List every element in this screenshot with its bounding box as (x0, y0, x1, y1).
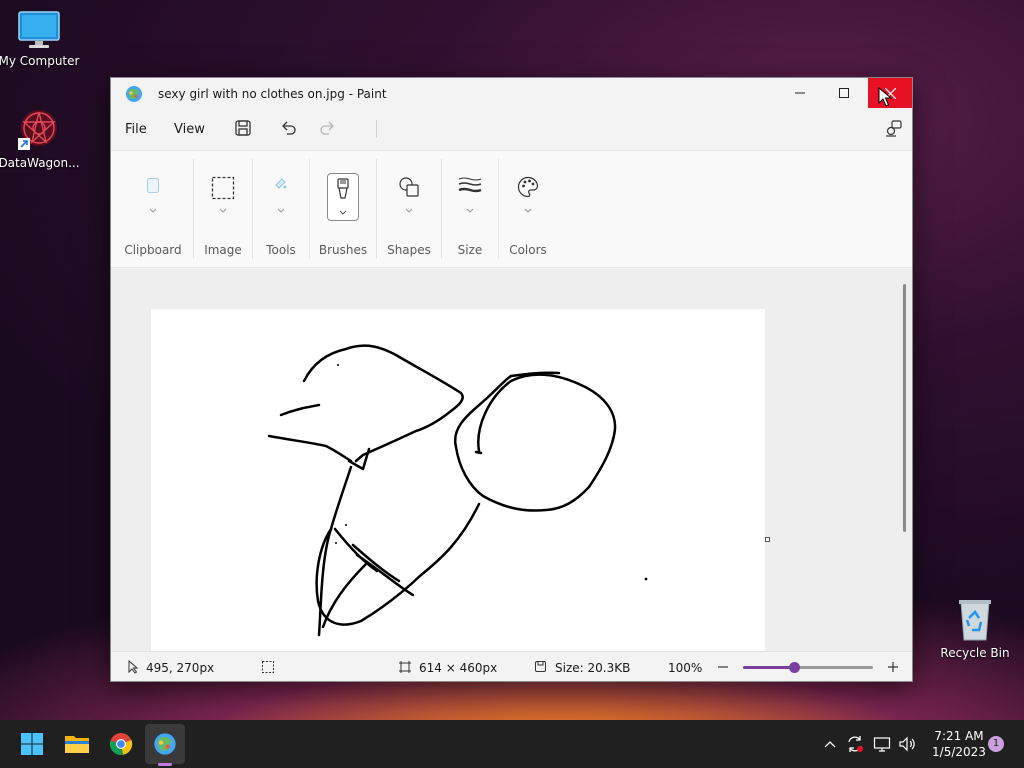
windows-logo-icon (21, 733, 43, 755)
taskbar-clock[interactable]: 7:21 AM 1/5/2023 (925, 728, 993, 760)
chevron-up-icon[interactable] (823, 734, 837, 754)
menu-bar: File View (111, 108, 912, 150)
size-group[interactable]: Size (444, 151, 496, 269)
title-bar[interactable]: sexy girl with no clothes on.jpg - Paint (111, 78, 912, 108)
tools-icon (275, 178, 287, 189)
recycle-bin-icon (959, 600, 991, 641)
zoom-slider-thumb[interactable] (788, 662, 800, 673)
zoom-out-icon[interactable] (717, 661, 729, 673)
chevron-down-icon (524, 208, 532, 213)
brushes-group[interactable]: Brushes (313, 151, 373, 269)
canvas-size: 614 × 460px (419, 661, 498, 675)
datawagon-logo-icon (18, 110, 57, 150)
clock-time: 7:21 AM (934, 729, 984, 743)
ribbon-label: Clipboard (124, 243, 182, 257)
canvas-size-icon (399, 661, 411, 673)
taskbar-chrome[interactable] (101, 724, 141, 764)
menu-separator (376, 120, 377, 138)
view-menu[interactable]: View (174, 122, 205, 137)
brush-icon (337, 178, 349, 199)
drawing-canvas[interactable] (151, 309, 765, 651)
paint-window[interactable]: sexy girl with no clothes on.jpg - Paint… (110, 77, 913, 682)
ribbon-label: Size (457, 243, 483, 257)
vertical-scrollbar[interactable] (903, 284, 906, 532)
taskbar: 7:21 AM 1/5/2023 (0, 720, 1024, 768)
zoom-slider-fill (743, 666, 794, 669)
chevron-down-icon (405, 208, 413, 213)
clipboard-group[interactable]: Clipboard (119, 151, 187, 269)
cursor-position: 495, 270px (146, 661, 215, 675)
ribbon-toolbar: Clipboard Image Tools Brushes Shapes Siz… (111, 150, 912, 268)
desktop-icon-datawagon[interactable]: DataWagon... (0, 108, 81, 170)
chevron-down-icon (277, 208, 285, 213)
zoom-level: 100% (668, 661, 703, 675)
zoom-slider[interactable] (743, 662, 873, 673)
tools-group[interactable]: Tools (255, 151, 307, 269)
undo-icon[interactable] (279, 119, 297, 137)
ribbon-label: Tools (266, 243, 296, 257)
ribbon-separator (498, 159, 499, 259)
selection-icon (211, 176, 235, 200)
desktop-icon-label: My Computer (0, 54, 80, 68)
taskbar-paint[interactable] (145, 724, 185, 764)
save-icon[interactable] (234, 119, 252, 137)
start-button[interactable] (12, 724, 52, 764)
image-group[interactable]: Image (197, 151, 249, 269)
sync-icon[interactable] (846, 734, 864, 754)
pointer-icon (128, 660, 139, 674)
chevron-down-icon (339, 210, 347, 215)
ribbon-label: Shapes (387, 243, 431, 257)
ribbon-separator (376, 159, 377, 259)
minimize-button[interactable] (778, 78, 822, 108)
window-title: sexy girl with no clothes on.jpg - Paint (158, 87, 387, 101)
desktop-icon-label: Recycle Bin (940, 646, 1010, 660)
file-menu[interactable]: File (125, 122, 147, 137)
chevron-down-icon (219, 208, 227, 213)
desktop-icon-label: DataWagon... (0, 156, 80, 170)
taskbar-file-explorer[interactable] (57, 724, 97, 764)
volume-icon[interactable] (898, 734, 916, 754)
status-bar: 495, 270px 614 × 460px Size: 20.3KB 100% (111, 651, 912, 681)
canvas-area[interactable] (111, 269, 912, 651)
chevron-down-icon (466, 208, 474, 213)
settings-icon[interactable] (885, 119, 903, 137)
clipboard-icon (147, 178, 159, 193)
maximize-button[interactable] (822, 78, 866, 108)
file-size: Size: 20.3KB (555, 661, 631, 675)
clock-date: 1/5/2023 (932, 745, 986, 759)
folder-icon (65, 736, 89, 753)
monitor-icon (18, 11, 60, 48)
chrome-icon (109, 733, 133, 755)
network-icon[interactable] (873, 734, 891, 754)
colors-group[interactable]: Colors (501, 151, 555, 269)
maximize-icon (839, 88, 849, 98)
ribbon-label: Brushes (318, 243, 368, 257)
minimize-icon (795, 92, 805, 94)
paint-app-icon (126, 86, 142, 102)
desktop-icon-recycle-bin[interactable]: Recycle Bin (933, 598, 1017, 660)
redo-icon[interactable] (319, 119, 337, 137)
ribbon-separator (309, 159, 310, 259)
ribbon-separator (252, 159, 253, 259)
freehand-drawing (267, 344, 648, 637)
zoom-in-icon[interactable] (887, 661, 899, 673)
paint-app-icon (154, 733, 176, 755)
active-app-indicator (158, 763, 172, 766)
ribbon-label: Image (204, 243, 242, 257)
shapes-group[interactable]: Shapes (379, 151, 439, 269)
selection-size-icon (262, 661, 274, 673)
canvas-resize-handle[interactable] (765, 537, 770, 542)
file-size-icon (535, 661, 546, 672)
palette-icon (517, 176, 539, 198)
desktop-icon-my-computer[interactable]: My Computer (0, 10, 81, 68)
ribbon-label: Colors (509, 243, 547, 257)
shapes-icon (399, 177, 419, 197)
stroke-size-icon (458, 177, 482, 193)
mouse-cursor-icon (878, 87, 892, 107)
ribbon-separator (193, 159, 194, 259)
ribbon-separator (441, 159, 442, 259)
chevron-down-icon (149, 208, 157, 213)
notification-badge[interactable]: 1 (988, 736, 1004, 752)
